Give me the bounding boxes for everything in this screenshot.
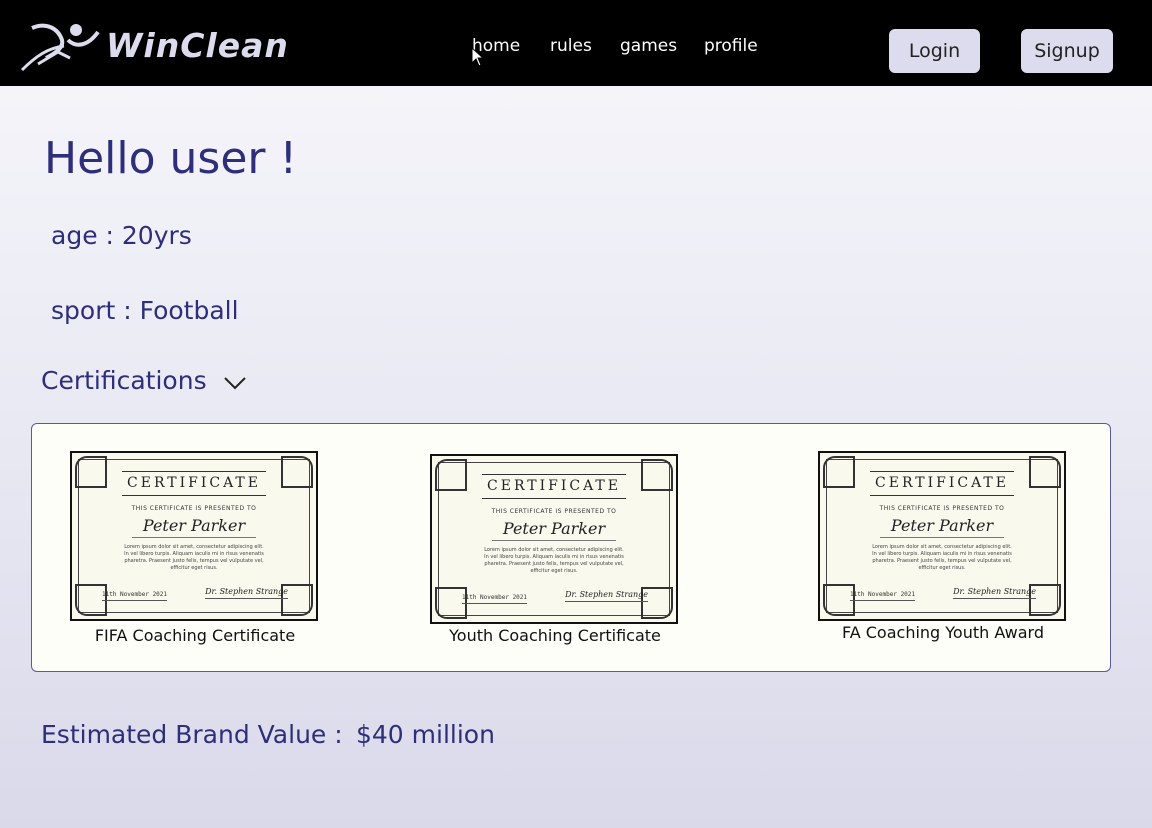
certificate-subheading: THIS CERTIFICATE IS PRESENTED TO [879, 505, 1005, 512]
certificate-body: Lorem ipsum dolor sit amet, consectetur … [124, 544, 264, 571]
certificate-recipient: Peter Parker [142, 516, 246, 535]
certificate-heading: CERTIFICATE [875, 475, 1009, 491]
certificate-signature: Dr. Stephen Strange [953, 587, 1036, 599]
certificate-caption: Youth Coaching Certificate [449, 626, 661, 645]
runner-logo-icon [20, 23, 100, 72]
certificate-subheading: THIS CERTIFICATE IS PRESENTED TO [131, 505, 257, 512]
certificate-caption: FIFA Coaching Certificate [94, 626, 296, 645]
brand-value-amount: $40 million [356, 720, 495, 749]
certifications-panel: CERTIFICATE THIS CERTIFICATE IS PRESENTE… [31, 423, 1111, 672]
age-text: age : 20yrs [51, 221, 192, 250]
certificate-subheading: THIS CERTIFICATE IS PRESENTED TO [491, 508, 617, 515]
nav-link-profile[interactable]: profile [704, 36, 758, 56]
logo-text: WinClean [106, 26, 289, 65]
certificate-recipient: Peter Parker [502, 519, 606, 538]
certificate-heading: CERTIFICATE [127, 475, 261, 491]
nav-link-rules[interactable]: rules [550, 36, 592, 56]
certificate-heading: CERTIFICATE [487, 478, 621, 494]
certificate-date: 11th November 2021 [850, 591, 916, 601]
certifications-toggle[interactable]: Certifications [41, 366, 207, 395]
chevron-down-icon[interactable] [223, 376, 247, 390]
mouse-pointer-icon [471, 47, 483, 67]
certificate-image[interactable]: CERTIFICATE THIS CERTIFICATE IS PRESENTE… [818, 451, 1066, 621]
certificate-date: 11th November 2021 [102, 591, 168, 601]
certificate-signature: Dr. Stephen Strange [205, 587, 288, 599]
certificate-date: 11th November 2021 [462, 594, 528, 604]
login-button[interactable]: Login [889, 29, 980, 73]
sport-text: sport : Football [51, 296, 239, 325]
certificate-image[interactable]: CERTIFICATE THIS CERTIFICATE IS PRESENTE… [70, 451, 318, 621]
certificate-caption: FA Coaching Youth Award [841, 623, 1044, 642]
certificate-image[interactable]: CERTIFICATE THIS CERTIFICATE IS PRESENTE… [430, 454, 678, 624]
certificate-recipient: Peter Parker [890, 516, 994, 535]
logo[interactable]: WinClean [18, 18, 348, 74]
certificate-body: Lorem ipsum dolor sit amet, consectetur … [484, 547, 624, 574]
certificate-body: Lorem ipsum dolor sit amet, consectetur … [872, 544, 1012, 571]
top-navbar: WinClean home rules games profile Login … [0, 0, 1152, 86]
page-title: Hello user ! [44, 133, 298, 184]
nav-link-games[interactable]: games [620, 36, 677, 56]
certificate-signature: Dr. Stephen Strange [565, 590, 648, 602]
signup-button[interactable]: Signup [1021, 29, 1113, 73]
brand-value-label: Estimated Brand Value : [41, 720, 343, 749]
